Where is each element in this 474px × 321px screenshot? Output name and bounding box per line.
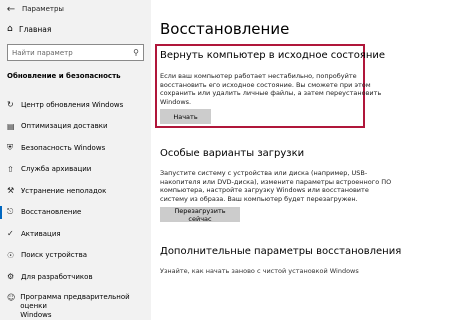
sidebar-item-label: Поиск устройства bbox=[21, 251, 88, 260]
sidebar-nav: ↻ Центр обновления Windows ▤ Оптимизация… bbox=[0, 94, 151, 321]
delivery-icon: ▤ bbox=[7, 121, 15, 131]
sidebar-item-activation[interactable]: ✓ Активация bbox=[0, 223, 151, 245]
sidebar-item-label: Служба архивации bbox=[21, 165, 92, 174]
insider-icon: ☺ bbox=[7, 292, 16, 302]
shield-icon: ⛨ bbox=[7, 142, 13, 152]
sidebar-item-label: Центр обновления Windows bbox=[21, 100, 124, 109]
home-icon: ⌂ bbox=[7, 24, 13, 34]
reset-desc-line2: восстановить его исходное состояние. Вы … bbox=[160, 80, 371, 89]
sidebar-item-insider[interactable]: ☺ Программа предварительной оценки Windo… bbox=[0, 288, 151, 321]
reset-description: Если ваш компьютер работает нестабильно,… bbox=[160, 72, 381, 106]
sidebar-item-label-line1: Программа предварительной оценки bbox=[20, 292, 130, 310]
sidebar-item-label: Активация bbox=[21, 229, 61, 238]
sidebar-item-label: Для разработчиков bbox=[21, 272, 93, 281]
recovery-icon: ⎋ bbox=[7, 207, 14, 217]
start-reset-button[interactable]: Начать bbox=[160, 109, 211, 124]
sidebar-item-developers[interactable]: ⚙ Для разработчиков bbox=[0, 266, 151, 288]
reset-desc-line3: сохранить или удалить личные файлы, а за… bbox=[160, 89, 382, 97]
home-link[interactable]: ⌂ Главная bbox=[7, 24, 51, 34]
sidebar: ← Параметры ⌂ Главная ⚲ Обновление и без… bbox=[0, 0, 151, 320]
search-box[interactable]: ⚲ bbox=[7, 44, 144, 61]
more-recovery-heading: Дополнительные параметры восстановления bbox=[160, 246, 402, 257]
sidebar-item-label: Безопасность Windows bbox=[21, 143, 106, 152]
section-title: Обновление и безопасность bbox=[7, 72, 121, 80]
sidebar-item-troubleshoot[interactable]: ⚒ Устранение неполадок bbox=[0, 180, 151, 202]
backup-icon: ⇧ bbox=[7, 164, 14, 174]
home-label: Главная bbox=[19, 24, 52, 34]
sidebar-item-backup[interactable]: ⇧ Служба архивации bbox=[0, 159, 151, 181]
developer-icon: ⚙ bbox=[7, 272, 15, 282]
main-content: Восстановление Вернуть компьютер в исход… bbox=[151, 0, 474, 320]
sidebar-item-label-line2: Windows bbox=[20, 310, 52, 319]
fresh-start-link[interactable]: Узнайте, как начать заново с чистой уста… bbox=[160, 267, 359, 275]
find-device-icon: ☉ bbox=[7, 250, 15, 260]
reset-desc-line1: Если ваш компьютер работает нестабильно,… bbox=[160, 72, 357, 80]
advanced-startup-heading: Особые варианты загрузки bbox=[160, 148, 305, 159]
back-arrow-icon[interactable]: ← bbox=[0, 4, 22, 15]
sidebar-item-label: Оптимизация доставки bbox=[21, 122, 108, 131]
activation-icon: ✓ bbox=[7, 229, 14, 239]
sidebar-item-label: Устранение неполадок bbox=[21, 186, 107, 195]
sidebar-item-recovery[interactable]: ⎋ Восстановление bbox=[0, 202, 151, 224]
advanced-desc-line3: компьютера, настройте загрузку Windows и… bbox=[160, 186, 369, 194]
title-bar: ← Параметры bbox=[0, 0, 151, 18]
window-title: Параметры bbox=[22, 5, 64, 13]
sidebar-item-find-device[interactable]: ☉ Поиск устройства bbox=[0, 245, 151, 267]
wrench-icon: ⚒ bbox=[7, 186, 15, 196]
advanced-desc-line4: систему из образа. Ваш компьютер будет п… bbox=[160, 194, 358, 203]
advanced-desc-line2: накопителя или DVD-диска), измените пара… bbox=[160, 177, 392, 186]
advanced-desc-line1: Запустите систему с устройства или диска… bbox=[160, 169, 368, 177]
refresh-icon: ↻ bbox=[7, 100, 14, 110]
restart-now-button[interactable]: Перезагрузить сейчас bbox=[160, 207, 240, 223]
search-input[interactable] bbox=[12, 48, 122, 57]
advanced-startup-description: Запустите систему с устройства или диска… bbox=[160, 169, 391, 203]
page-title: Восстановление bbox=[160, 20, 290, 38]
sidebar-item-delivery-optimization[interactable]: ▤ Оптимизация доставки bbox=[0, 116, 151, 138]
sidebar-item-label: Программа предварительной оценки Windows bbox=[20, 293, 151, 320]
sidebar-item-windows-update[interactable]: ↻ Центр обновления Windows bbox=[0, 94, 151, 116]
reset-desc-line4: Windows. bbox=[160, 97, 192, 106]
reset-heading: Вернуть компьютер в исходное состояние bbox=[160, 50, 386, 61]
sidebar-item-label: Восстановление bbox=[21, 208, 82, 217]
sidebar-item-windows-security[interactable]: ⛨ Безопасность Windows bbox=[0, 137, 151, 159]
search-icon[interactable]: ⚲ bbox=[133, 48, 139, 57]
